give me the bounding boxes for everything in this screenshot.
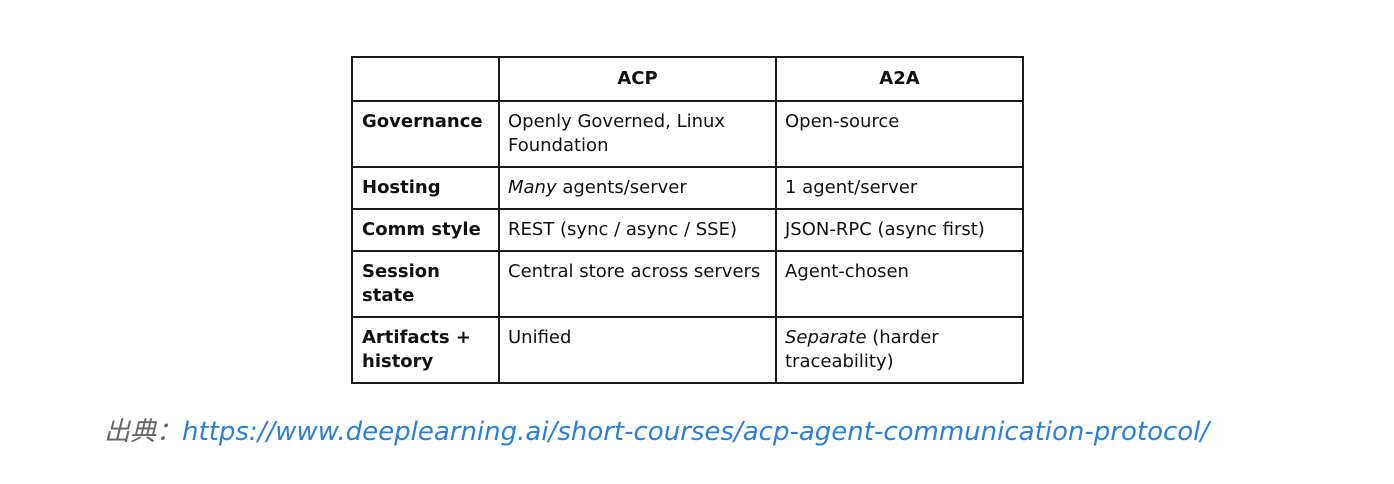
header-corner-cell (351, 56, 500, 102)
acp-cell: Openly Governed, Linux Foundation (498, 100, 777, 168)
source-caption: 出典：https://www.deeplearning.ai/short-cou… (104, 412, 1209, 452)
source-prefix: 出典： (104, 417, 183, 447)
comparison-figure: ACP A2A Governance Openly Governed, Linu… (351, 56, 1024, 384)
acp-cell: Many agents/server (498, 166, 777, 210)
header-a2a: A2A (775, 56, 1024, 102)
cell-text: agents/server (556, 177, 687, 198)
a2a-cell: Open-source (775, 100, 1024, 168)
table-row: Governance Openly Governed, Linux Founda… (351, 100, 1024, 168)
source-link[interactable]: https://www.deeplearning.ai/short-course… (182, 417, 1209, 447)
table-header-row: ACP A2A (351, 56, 1024, 102)
comparison-table: ACP A2A Governance Openly Governed, Linu… (351, 56, 1024, 384)
acp-cell: Central store across servers (498, 250, 777, 318)
a2a-cell: Separate (harder traceability) (775, 316, 1024, 384)
row-label: Artifacts + history (351, 316, 500, 384)
row-label: Session state (351, 250, 500, 318)
table-row: Artifacts + history Unified Separate (ha… (351, 316, 1024, 384)
table-row: Comm style REST (sync / async / SSE) JSO… (351, 208, 1024, 252)
row-label: Hosting (351, 166, 500, 210)
a2a-cell: JSON-RPC (async first) (775, 208, 1024, 252)
a2a-cell: Agent-chosen (775, 250, 1024, 318)
a2a-cell: 1 agent/server (775, 166, 1024, 210)
row-label: Governance (351, 100, 500, 168)
table-row: Hosting Many agents/server 1 agent/serve… (351, 166, 1024, 210)
emphasis-text: Separate (785, 327, 867, 348)
acp-cell: REST (sync / async / SSE) (498, 208, 777, 252)
row-label: Comm style (351, 208, 500, 252)
page: ACP A2A Governance Openly Governed, Linu… (0, 0, 1394, 484)
table-row: Session state Central store across serve… (351, 250, 1024, 318)
acp-cell: Unified (498, 316, 777, 384)
emphasis-text: Many (508, 177, 557, 198)
header-acp: ACP (498, 56, 777, 102)
